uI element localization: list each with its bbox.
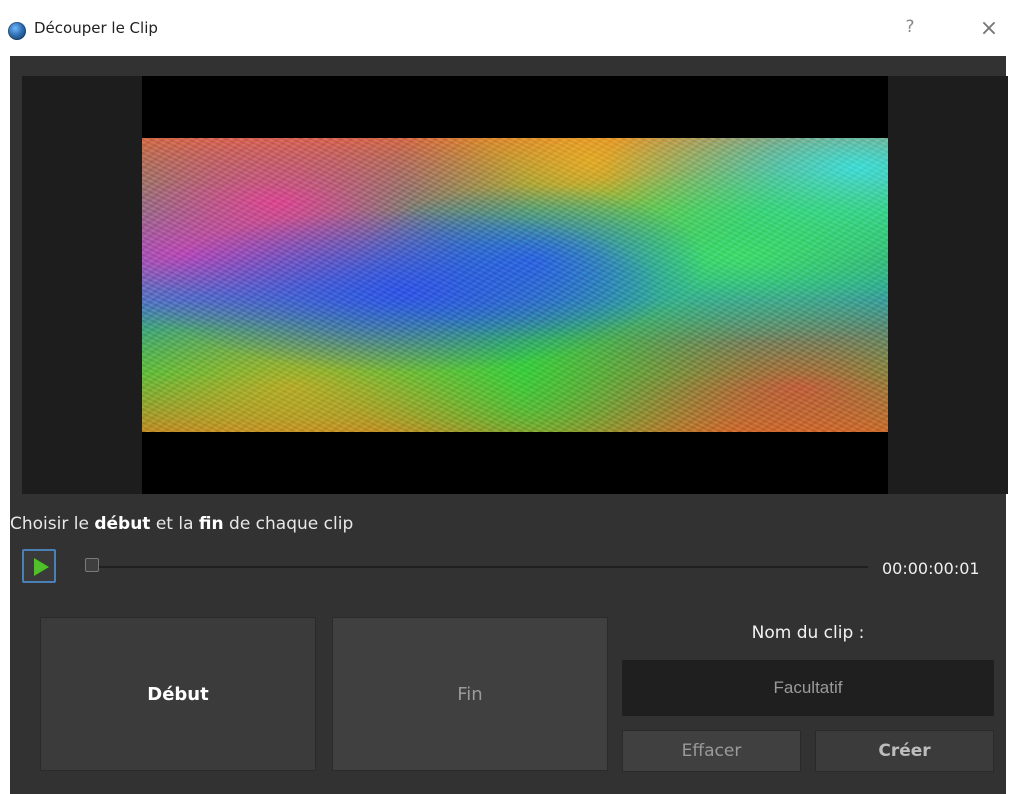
instruction-suffix: de chaque clip (223, 514, 354, 534)
play-icon (34, 558, 49, 576)
end-button[interactable]: Fin (332, 617, 608, 771)
timeline-track[interactable] (90, 566, 868, 568)
create-button[interactable]: Créer (815, 730, 994, 772)
title-bar: Découper le Clip ? × (0, 0, 1013, 56)
window-title: Découper le Clip (34, 19, 158, 37)
clear-button[interactable]: Effacer (622, 730, 801, 772)
timecode-display: 00:00:00:01 (882, 559, 980, 578)
instruction-end-word: fin (198, 514, 224, 534)
timeline-handle[interactable] (85, 558, 99, 572)
video-preview-area (22, 76, 1008, 494)
play-button[interactable] (22, 549, 56, 583)
instruction-start-word: début (94, 514, 151, 534)
instruction-text: Choisir le début et la fin de chaque cli… (10, 514, 1006, 534)
start-button[interactable]: Début (40, 617, 316, 771)
dialog-body: Choisir le début et la fin de chaque cli… (10, 56, 1008, 794)
video-frame (142, 76, 888, 494)
instruction-middle: et la (150, 514, 199, 534)
close-button[interactable]: × (974, 14, 1004, 44)
instruction-prefix: Choisir le (10, 514, 95, 534)
video-image (142, 138, 888, 432)
clip-name-input[interactable] (622, 660, 994, 716)
clip-name-label: Nom du clip : (751, 623, 865, 643)
help-button[interactable]: ? (898, 17, 922, 41)
app-icon (8, 22, 26, 40)
